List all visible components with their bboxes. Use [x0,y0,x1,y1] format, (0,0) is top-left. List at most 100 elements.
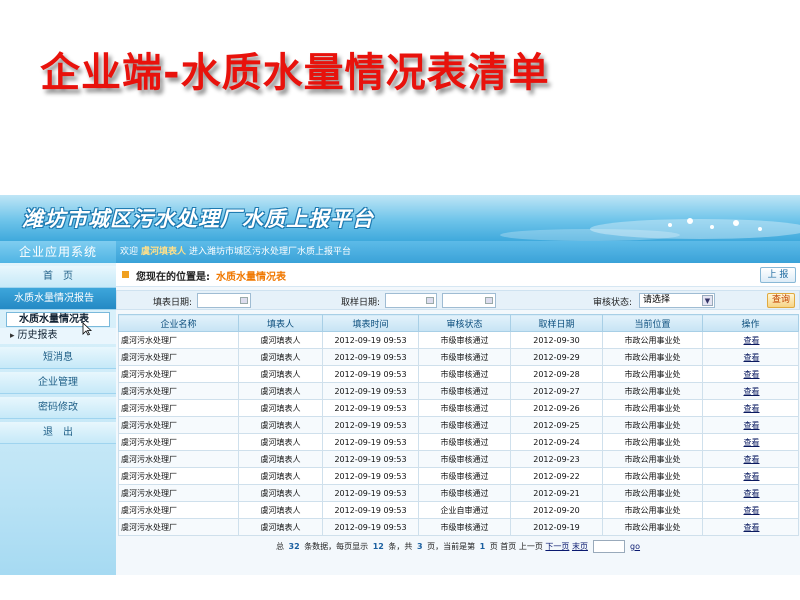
sidebar-section-water-report[interactable]: 水质水量情况报告 [0,288,116,310]
cell-filler: 虞河填表人 [238,450,323,468]
cell-location: 市政公用事业处 [602,416,703,434]
cell-status: 市级审核通过 [418,416,511,434]
sidebar-item-company[interactable]: 企业管理 [0,372,116,394]
sidebar-item-password[interactable]: 密码修改 [0,397,116,419]
view-link[interactable]: 查看 [702,348,799,366]
welcome-suffix: 进入潍坊市城区污水处理厂水质上报平台 [189,247,352,257]
view-link[interactable]: 查看 [702,433,799,451]
cell-filler: 虞河填表人 [238,518,323,536]
cell-fill-time: 2012-09-19 09:53 [322,433,419,451]
banner: 潍坊市城区污水处理厂水质上报平台 [0,195,800,241]
sidebar-subitem-history[interactable]: ▸ 历史报表 [0,328,116,344]
cell-sample-date: 2012-09-27 [510,382,603,400]
cell-fill-time: 2012-09-19 09:53 [322,467,419,485]
cell-company: 虞河污水处理厂 [118,433,239,451]
view-link[interactable]: 查看 [702,399,799,417]
pager-text: 页，当前是第 [427,542,476,551]
chevron-down-icon[interactable]: ▼ [702,295,713,306]
calendar-icon[interactable] [485,297,493,304]
view-link[interactable]: 查看 [702,467,799,485]
cell-location: 市政公用事业处 [602,365,703,383]
view-link[interactable]: 查看 [702,450,799,468]
view-link[interactable]: 查看 [702,518,799,536]
sample-date-label: 取样日期: [341,298,381,308]
banner-title: 潍坊市城区污水处理厂水质上报平台 [22,207,374,231]
status-label: 审核状态: [593,298,633,308]
column-header: 企业名称 [118,314,239,332]
pager-text: 条，共 [388,542,413,551]
cell-fill-time: 2012-09-19 09:53 [322,518,419,536]
cell-filler: 虞河填表人 [238,433,323,451]
cell-location: 市政公用事业处 [602,518,703,536]
view-link[interactable]: 查看 [702,416,799,434]
next-page-link[interactable]: 下一页 [545,542,569,551]
table-row: 虞河污水处理厂 虞河填表人 2012-09-19 09:53 市级审核通过 2012-0… [118,467,799,485]
cell-company: 虞河污水处理厂 [118,365,239,383]
cell-status: 市级审核通过 [418,467,511,485]
location-bar: 您现在的位置是: 水质水量情况表 上 报 [116,263,800,287]
main-panel: 您现在的位置是: 水质水量情况表 上 报 填表日期: 取样日期: 审核状态: 请… [116,263,800,575]
column-header: 填表时间 [322,314,419,332]
triangle-bullet-icon: ▸ [10,331,15,341]
report-table: 企业名称 填表人 填表时间 审核状态 取样日期 当前位置 操作 虞河污水处理厂虞… [118,314,799,536]
cell-sample-date: 2012-09-23 [510,450,603,468]
pager-total-count: 32 [288,542,300,551]
cell-filler: 虞河填表人 [238,467,323,485]
cell-sample-date: 2012-09-25 [510,416,603,434]
sample-date-start-input[interactable] [385,293,437,308]
sidebar-item-messages[interactable]: 短消息 [0,347,116,369]
cell-status: 市级审核通过 [418,331,511,349]
sidebar-item-home[interactable]: 首 页 [0,266,116,288]
cell-fill-time: 2012-09-19 09:53 [322,399,419,417]
view-link[interactable]: 查看 [702,365,799,383]
pager-text: 页 首页 上一页 [489,542,543,551]
cell-filler: 虞河填表人 [238,331,323,349]
search-button[interactable]: 查询 [767,293,795,308]
fill-date-input[interactable] [197,293,251,308]
calendar-icon[interactable] [240,297,248,304]
cell-sample-date: 2012-09-28 [510,365,603,383]
sidebar-subitem-water-table[interactable]: 水质水量情况表 [6,312,110,327]
sidebar-subitem-label: 历史报表 [17,330,58,341]
report-button[interactable]: 上 报 [760,267,796,283]
cell-location: 市政公用事业处 [602,484,703,502]
cell-filler: 虞河填表人 [238,416,323,434]
mouse-cursor-icon [82,322,92,336]
slide-title: 企业端-水质水量情况表清单 [40,50,550,96]
cell-fill-time: 2012-09-19 09:53 [322,501,419,519]
column-header: 操作 [702,314,799,332]
view-link[interactable]: 查看 [702,382,799,400]
view-link[interactable]: 查看 [702,331,799,349]
location-value: 水质水量情况表 [216,272,286,283]
cell-location: 市政公用事业处 [602,433,703,451]
sample-date-end-input[interactable] [442,293,496,308]
sidebar-item-logout[interactable]: 退 出 [0,422,116,444]
page-jump-input[interactable] [592,540,625,553]
pager-current-page: 1 [479,542,486,551]
cell-company: 虞河污水处理厂 [118,501,239,519]
view-link[interactable]: 查看 [702,484,799,502]
table-row: 虞河污水处理厂 虞河填表人 2012-09-19 09:53 市级审核通过 2012-0… [118,450,799,468]
cell-fill-time: 2012-09-19 09:53 [322,365,419,383]
user-name: 虞河填表人 [141,247,187,257]
table-row: 虞河污水处理厂 虞河填表人 2012-09-19 09:53 市级审核通过 2012-0… [118,348,799,366]
cell-sample-date: 2012-09-19 [510,518,603,536]
view-link[interactable]: 查看 [702,501,799,519]
cell-filler: 虞河填表人 [238,501,323,519]
table-row: 虞河污水处理厂 虞河填表人 2012-09-19 09:53 企业自审通过 2012-0… [118,501,799,519]
cell-location: 市政公用事业处 [602,399,703,417]
app-window: 潍坊市城区污水处理厂水质上报平台 企业应用系统 首 页 水质水量情况报告 水质水… [0,195,800,575]
pager-per-page: 12 [372,542,384,551]
status-select[interactable]: 请选择 ▼ [639,293,715,308]
table-row: 虞河污水处理厂 虞河填表人 2012-09-19 09:53 市级审核通过 2012-0… [118,399,799,417]
cell-status: 市级审核通过 [418,348,511,366]
table-row: 虞河污水处理厂 虞河填表人 2012-09-19 09:53 市级审核通过 2012-0… [118,416,799,434]
cell-status: 市级审核通过 [418,399,511,417]
last-page-link[interactable]: 末页 [572,542,588,551]
cell-fill-time: 2012-09-19 09:53 [322,382,419,400]
calendar-icon[interactable] [426,297,434,304]
cell-sample-date: 2012-09-21 [510,484,603,502]
go-button[interactable]: go [630,542,640,551]
cell-sample-date: 2012-09-24 [510,433,603,451]
cell-location: 市政公用事业处 [602,382,703,400]
